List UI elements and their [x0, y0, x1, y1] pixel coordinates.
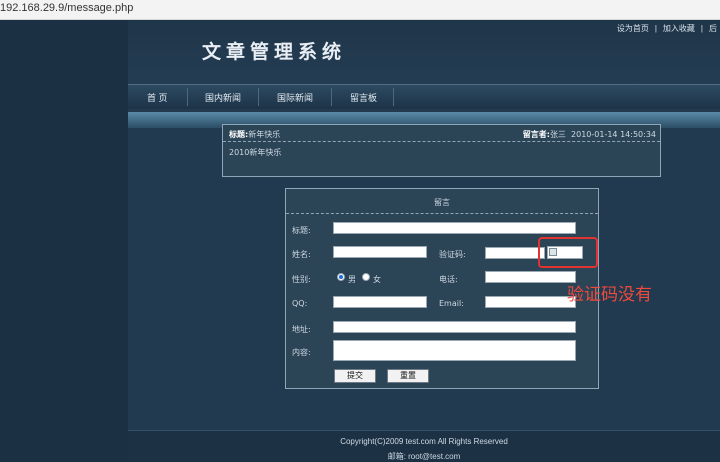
captcha-input[interactable] [485, 247, 545, 259]
address-bar[interactable]: 192.168.29.9/message.php [0, 0, 720, 20]
reset-button[interactable]: 重置 [387, 369, 429, 383]
message-meta: 留言者:张三 2010-01-14 14:50:34 [523, 129, 656, 140]
backend-link[interactable]: 后 [709, 24, 717, 33]
gender-female-label: 女 [373, 275, 381, 284]
message-author: 张三 [549, 130, 566, 139]
message-author-label: 留言者: [522, 130, 550, 139]
message-entry: 标题:新年快乐 留言者:张三 2010-01-14 14:50:34 2010新… [222, 124, 661, 177]
add-favorite-link[interactable]: 加入收藏 [663, 24, 695, 33]
form-heading: 留言 [434, 198, 450, 207]
submit-button[interactable]: 提交 [334, 369, 376, 383]
left-margin [0, 20, 128, 460]
nav-home[interactable]: 首 页 [147, 91, 168, 104]
title-input[interactable] [333, 222, 576, 234]
name-input[interactable] [333, 246, 427, 258]
captcha-label: 验证码: [439, 250, 466, 259]
message-header: 标题:新年快乐 留言者:张三 2010-01-14 14:50:34 [223, 125, 660, 142]
nav-international-news[interactable]: 国际新闻 [277, 91, 313, 104]
header-links: 设为首页 | 加入收藏 | 后 [614, 23, 720, 34]
gender-label: 性别: [292, 275, 311, 284]
message-title-label: 标题: [229, 130, 249, 139]
copyright-text: Copyright(C)2009 test.com All Rights Res… [340, 437, 508, 446]
message-datetime: 2010-01-14 14:50:34 [571, 130, 656, 139]
set-homepage-link[interactable]: 设为首页 [617, 24, 649, 33]
phone-label: 电话: [439, 275, 458, 284]
link-separator: | [700, 24, 703, 33]
email-label: Email: [439, 299, 464, 308]
qq-label: QQ: [292, 299, 308, 308]
gender-female-radio[interactable] [362, 273, 370, 281]
email-input[interactable] [485, 296, 576, 308]
page-footer: Copyright(C)2009 test.com All Rights Res… [128, 430, 720, 461]
message-body: 2010新年快乐 [229, 148, 282, 157]
guestbook-form: 留言 标题: 姓名: 验证码: 性别: 男 女 电话: QQ: Email: 地… [285, 188, 599, 389]
contact-email: 邮箱: root@test.com [387, 452, 461, 461]
address-input[interactable] [333, 321, 576, 333]
address-label: 地址: [292, 325, 311, 334]
site-header: 文章管理系统 设为首页 | 加入收藏 | 后 [128, 20, 720, 84]
qq-input[interactable] [333, 296, 427, 308]
gender-male-radio[interactable] [337, 273, 345, 281]
message-title-value: 新年快乐 [248, 130, 281, 139]
name-label: 姓名: [292, 250, 311, 259]
gender-male-label: 男 [348, 275, 356, 284]
annotation-text: 验证码没有 [567, 285, 652, 305]
page-content: 文章管理系统 设为首页 | 加入收藏 | 后 首 页 国内新闻 国际新闻 留言板 标题:… [128, 20, 720, 461]
content-textarea[interactable] [333, 340, 576, 361]
main-nav: 首 页 国内新闻 国际新闻 留言板 [128, 84, 720, 109]
nav-divider [258, 88, 259, 106]
url-text[interactable]: 192.168.29.9/message.php [0, 2, 133, 14]
nav-divider [393, 88, 394, 106]
form-header: 留言 [286, 189, 598, 214]
site-title: 文章管理系统 [202, 41, 347, 63]
annotation-highlight-box [538, 237, 598, 268]
nav-domestic-news[interactable]: 国内新闻 [205, 91, 241, 104]
link-separator: | [654, 24, 657, 33]
title-label: 标题: [292, 226, 311, 235]
message-title: 标题:新年快乐 [229, 129, 280, 140]
content-label: 内容: [292, 348, 311, 357]
nav-divider [187, 88, 188, 106]
phone-input[interactable] [485, 271, 576, 283]
nav-guestbook[interactable]: 留言板 [350, 91, 377, 104]
nav-divider [331, 88, 332, 106]
